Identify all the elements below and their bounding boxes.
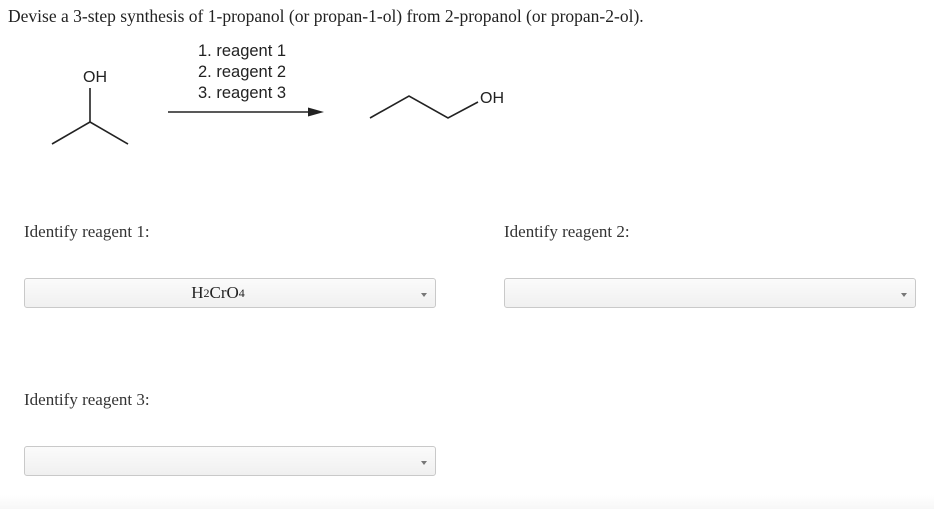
caret-down-icon: [901, 293, 907, 297]
page-bottom-edge: [0, 495, 934, 509]
reagent-3-prompt: Identify reagent 3:: [24, 390, 150, 409]
reagent-3-select[interactable]: [24, 446, 436, 476]
reagent-steps-list: 1. reagent 1 2. reagent 2 3. reagent 3: [198, 41, 286, 104]
reaction-scheme: OH OH: [51, 69, 504, 145]
reagent-2-select[interactable]: [504, 278, 916, 308]
step-1-label: 1. reagent 1: [198, 42, 287, 60]
reagent-1-selected-value: H 2 CrO 4: [191, 283, 245, 302]
product-oh-label: OH: [480, 90, 504, 107]
step-3-label: 3. reagent 3: [198, 84, 287, 102]
reagent-3-selected-value: [25, 447, 411, 475]
caret-down-icon: [421, 293, 427, 297]
reagent-1-prompt: Identify reagent 1:: [24, 222, 150, 241]
reactant-structure: [51, 88, 129, 145]
product-structure: [369, 95, 479, 119]
reactant-oh-label: OH: [83, 69, 107, 86]
reagent-2-prompt: Identify reagent 2:: [504, 222, 630, 241]
reagent-1-select[interactable]: H 2 CrO 4: [24, 278, 436, 308]
reaction-arrow-icon: [168, 107, 324, 117]
reagent-2-selected-value: [505, 279, 891, 307]
step-2-label: 2. reagent 2: [198, 63, 287, 81]
caret-down-icon: [421, 461, 427, 465]
